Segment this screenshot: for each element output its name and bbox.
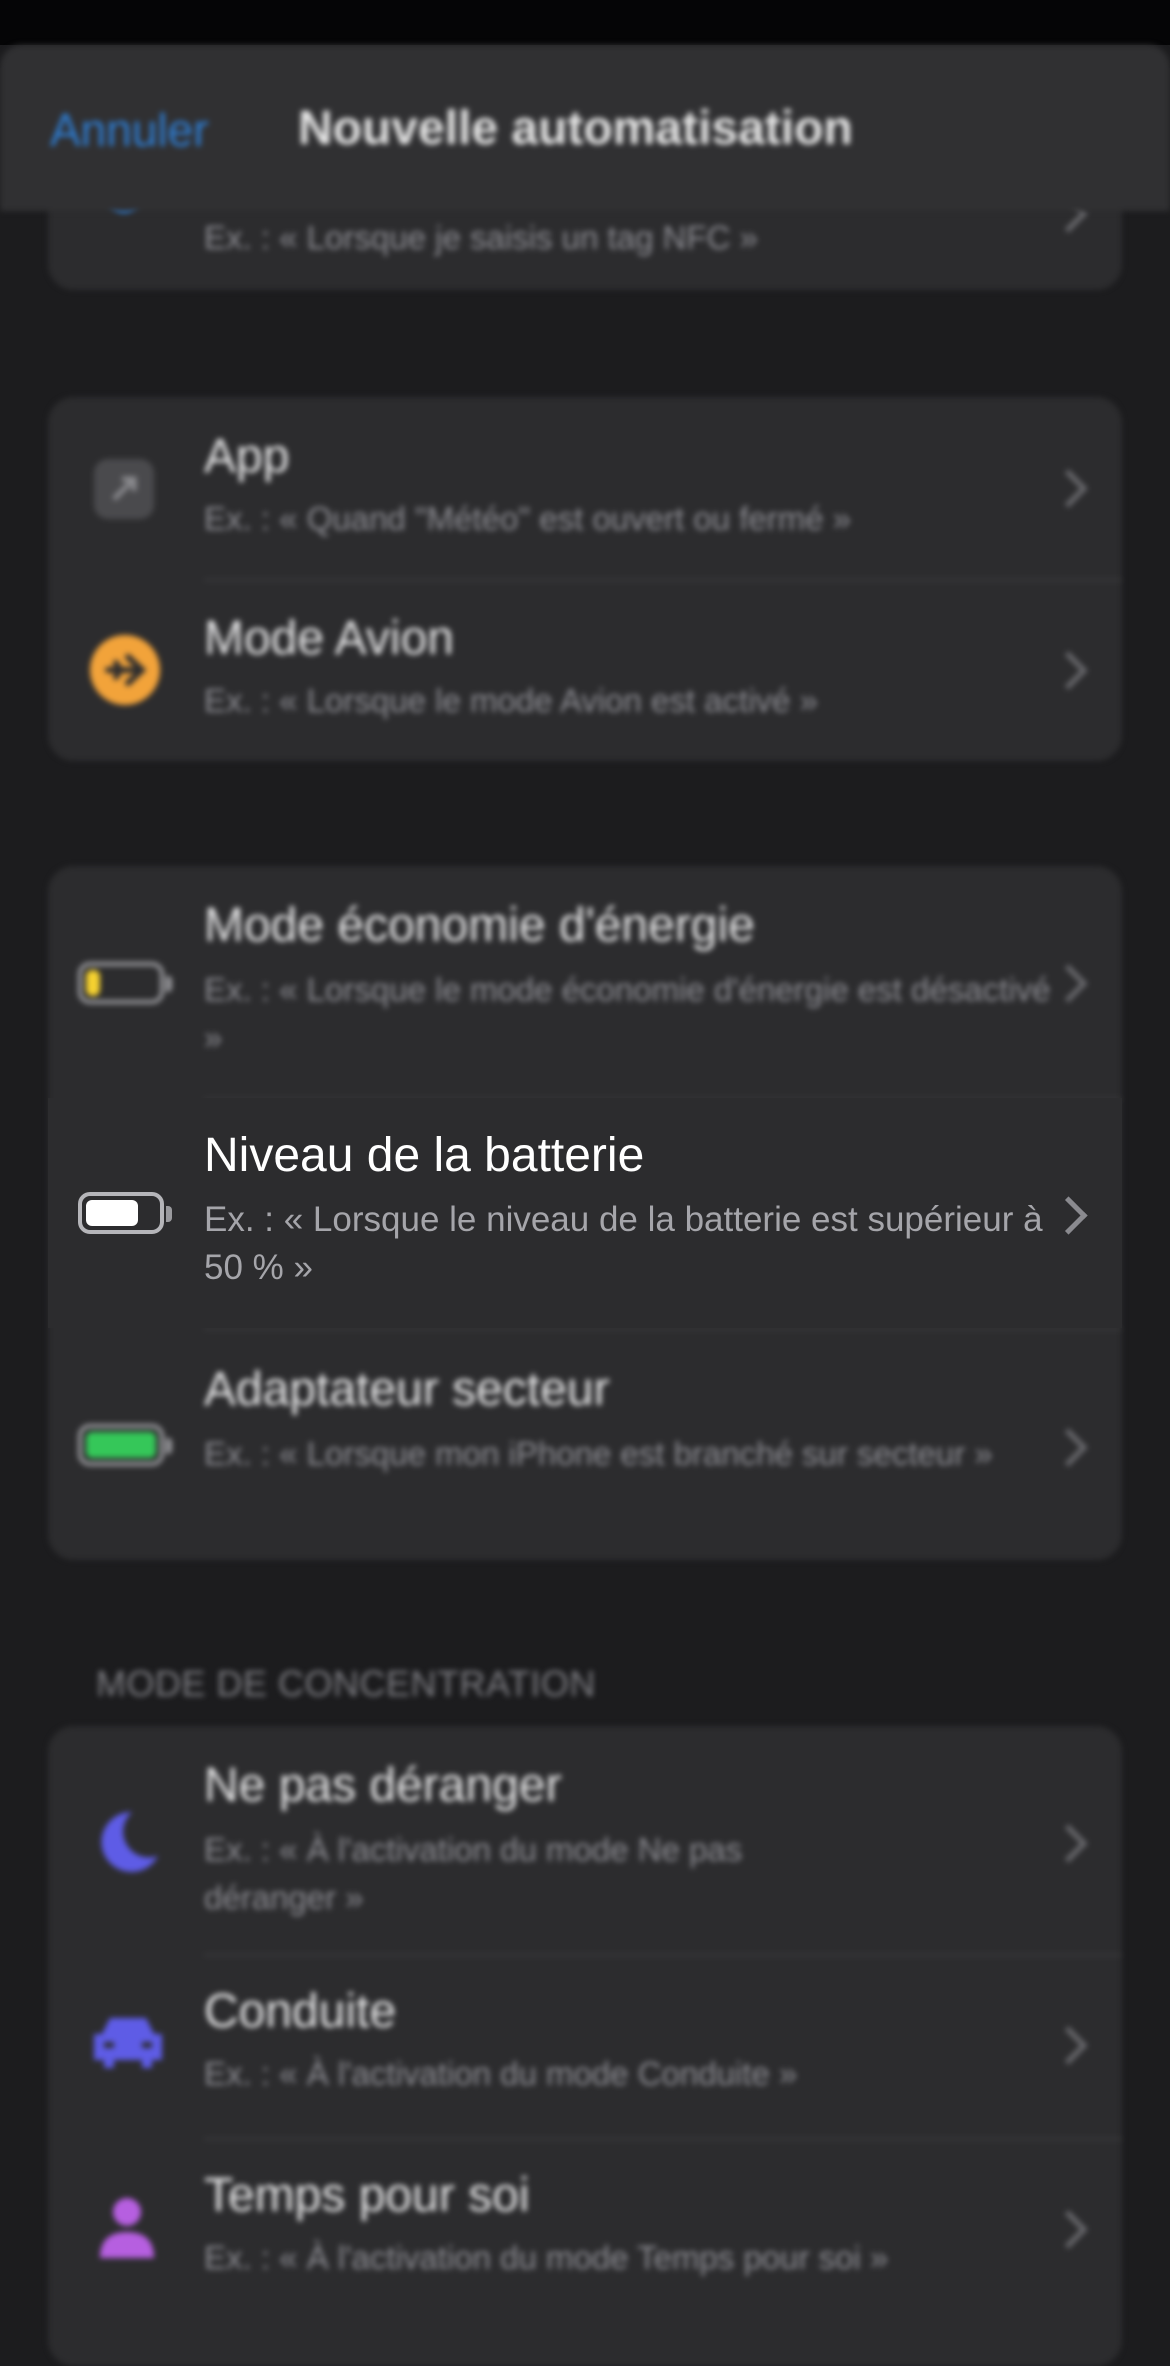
list-item-subtitle: Ex. : « Lorsque je saisis un tag NFC » [204, 219, 758, 256]
list-item-title: Ne pas déranger [204, 1759, 562, 1812]
cancel-button[interactable]: Annuler [50, 103, 209, 157]
low-power-battery-icon [78, 962, 172, 1004]
battery-icon [78, 1192, 172, 1234]
list-item-subtitle: Ex. : « Lorsque mon iPhone est branché s… [204, 1435, 993, 1472]
list-item-title: Mode Avion [204, 612, 454, 665]
list-item-low-power-mode[interactable]: Mode économie d'énergie Ex. : « Lorsque … [48, 866, 1122, 1098]
list-item-subtitle: Ex. : « Lorsque le mode Avion est activé… [204, 682, 818, 719]
list-item-subtitle: Ex. : « Lorsque le mode économie d'énerg… [204, 971, 1051, 1056]
charging-battery-icon [78, 1424, 172, 1466]
moon-icon [88, 1804, 164, 1880]
list-item-title: App [204, 430, 290, 483]
list-item-app[interactable]: App Ex. : « Quand "Météo" est ouvert ou … [48, 397, 1122, 579]
list-item-subtitle: Ex. : « À l'activation du mode Temps pou… [204, 2239, 889, 2276]
page-title: Nouvelle automatisation [298, 102, 853, 155]
list-item-title: Conduite [204, 1985, 397, 2038]
list-item-title: Mode économie d'énergie [204, 899, 755, 952]
app-icon [94, 459, 154, 519]
list-item-do-not-disturb[interactable]: Ne pas déranger Ex. : « À l'activation d… [48, 1726, 1122, 1954]
list-item-subtitle: Ex. : « Quand "Météo" est ouvert ou ferm… [204, 500, 852, 537]
person-icon [94, 2194, 160, 2262]
list-item-title: Adaptateur secteur [204, 1363, 610, 1416]
list-item-personal-time[interactable]: Temps pour soi Ex. : « À l'activation du… [48, 2140, 1122, 2322]
list-item-battery-level[interactable]: Niveau de la batterie Ex. : « Lorsque le… [48, 1098, 1122, 1328]
list-item-title: Niveau de la batterie [204, 1129, 645, 1182]
list-item-subtitle: Ex. : « À l'activation du mode Conduite … [204, 2055, 798, 2092]
section-header: MODE DE CONCENTRATION [96, 1663, 596, 1704]
list-item-power-adapter[interactable]: Adaptateur secteur Ex. : « Lorsque mon i… [48, 1330, 1122, 1560]
list-item-airplane-mode[interactable]: Mode Avion Ex. : « Lorsque le mode Avion… [48, 579, 1122, 761]
list-item-title: Temps pour soi [204, 2169, 530, 2222]
app-airplane-card: App Ex. : « Quand "Météo" est ouvert ou … [48, 397, 1122, 761]
chevron-right-icon [1049, 1824, 1088, 1863]
list-item-subtitle: Ex. : « À l'activation du mode Ne pas dé… [204, 1831, 743, 1916]
airplane-icon [90, 635, 160, 705]
list-item-driving[interactable]: Conduite Ex. : « À l'activation du mode … [48, 1956, 1122, 2138]
list-item-subtitle: Ex. : « Lorsque le niveau de la batterie… [204, 1200, 1043, 1287]
navigation-bar: Annuler Nouvelle automatisation [0, 45, 1170, 211]
status-strip [0, 0, 1170, 45]
focus-mode-card: Ne pas déranger Ex. : « À l'activation d… [48, 1726, 1122, 2366]
car-icon [86, 2006, 170, 2076]
